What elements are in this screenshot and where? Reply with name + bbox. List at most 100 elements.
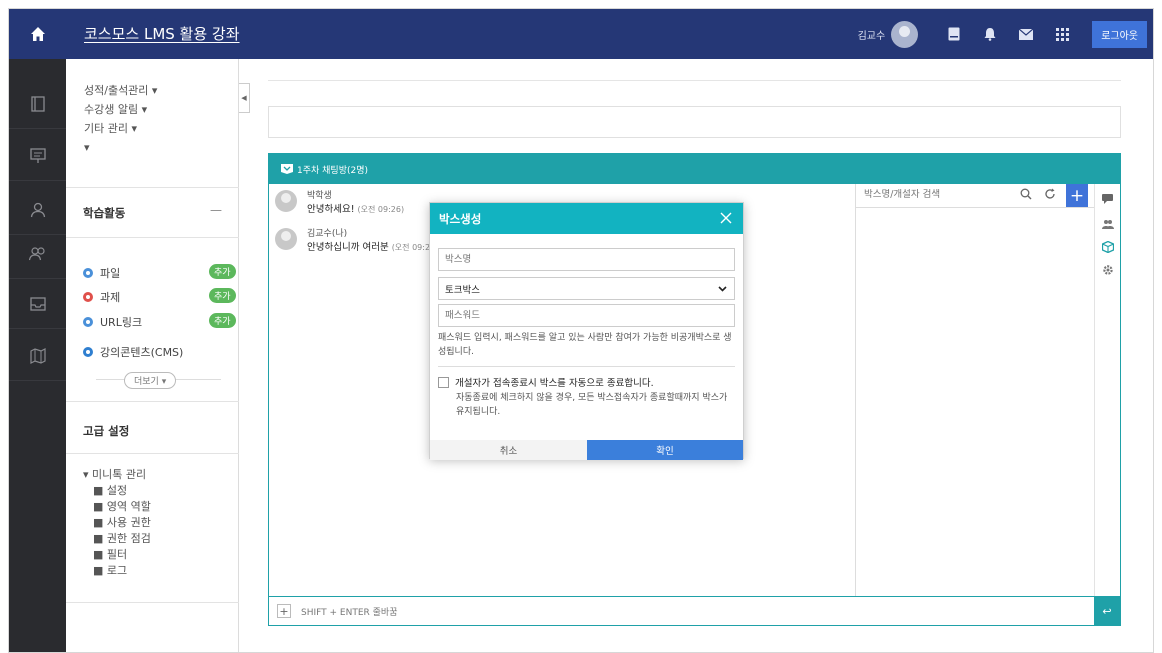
message-text: 안녕하세요! [307, 204, 355, 215]
box-search-bar: + [856, 184, 1094, 208]
grade-attendance-link[interactable]: 성적/출석관리 ▾ [84, 81, 157, 100]
chat-input-bar: + SHIFT + ENTER 줄바꿈 ↩ [269, 596, 1120, 626]
rail-user[interactable] [9, 185, 66, 235]
chat-message: 박학생 안녕하세요! (오전 09:26) [275, 190, 404, 216]
send-button[interactable]: ↩ [1094, 597, 1120, 626]
chat-input[interactable]: SHIFT + ENTER 줄바꿈 [301, 605, 397, 618]
auto-close-option[interactable]: 개설자가 접속종료시 박스를 자동으로 종료합니다. [438, 375, 654, 389]
add-file-button[interactable]: 추가 [209, 264, 236, 279]
auto-close-description: 자동종료에 체크하지 않을 경우, 모든 박스접속자가 종료할때까지 박스가 유… [456, 393, 728, 417]
tree-item-roles[interactable]: ■ 영역 역할 [83, 499, 151, 515]
gear-icon[interactable] [1102, 264, 1114, 279]
search-icon[interactable] [1020, 188, 1032, 203]
mail-icon[interactable] [1008, 28, 1044, 40]
box-name-input[interactable] [438, 248, 735, 271]
rail-users[interactable] [9, 229, 66, 279]
minitalk-tree: ▾ 미니톡 관리 ■ 설정 ■ 영역 역할 ■ 사용 권한 ■ 권한 점검 ■ … [83, 467, 151, 579]
chat-room-icon [281, 164, 293, 174]
activity-label: 강의콘텐츠(CMS) [100, 346, 184, 359]
message-sender[interactable]: 박학생 [307, 190, 404, 202]
header-right-tools: 김교수 로그아웃 [858, 9, 1153, 59]
course-sidebar: 성적/출석관리 ▾ 수강생 알림 ▾ 기타 관리 ▾ ▾ 학습활동 — 파일 추… [66, 59, 239, 652]
tree-item-permissions[interactable]: ■ 사용 권한 [83, 515, 151, 531]
divider [66, 401, 239, 402]
create-box-modal: 박스생성 토크박스 패스워드 입력시, 패스워드를 알고 있는 사람만 참여가 … [429, 202, 744, 460]
confirm-button[interactable]: 확인 [587, 440, 743, 460]
student-notice-link[interactable]: 수강생 알림 ▾ [84, 100, 157, 119]
activity-file[interactable]: 파일 [83, 265, 120, 281]
home-icon [30, 27, 45, 41]
activity-section-title: 학습활동 [83, 206, 126, 220]
logout-button[interactable]: 로그아웃 [1092, 20, 1147, 48]
tree-root-minitalk[interactable]: ▾ 미니톡 관리 [83, 467, 151, 483]
refresh-icon[interactable] [1044, 188, 1056, 203]
attach-plus-button[interactable]: + [277, 604, 291, 618]
top-navbar: 코스모스 LMS 활용 강좌 김교수 로그아웃 [9, 9, 1153, 59]
advanced-settings-title: 고급 설정 [83, 424, 130, 438]
create-box-button[interactable]: + [1066, 184, 1088, 207]
activity-url[interactable]: URL링크 [83, 314, 142, 330]
chevron-down-icon [718, 285, 727, 292]
tree-item-logs[interactable]: ■ 로그 [83, 563, 151, 579]
inbox-icon [29, 296, 46, 311]
rail-presentation[interactable] [9, 131, 66, 181]
chat-bubble-icon[interactable] [1102, 194, 1113, 207]
map-icon [29, 347, 46, 364]
home-button[interactable] [9, 9, 66, 59]
avatar [275, 190, 297, 212]
assignment-icon [83, 292, 93, 302]
user-name[interactable]: 김교수 [858, 27, 886, 42]
activity-label: 파일 [100, 267, 121, 280]
activity-collapse-toggle[interactable]: — [210, 203, 222, 217]
breadcrumb [268, 59, 1121, 81]
activity-cms[interactable]: 강의콘텐츠(CMS) [83, 344, 183, 360]
box-type-select[interactable]: 토크박스 [438, 277, 735, 300]
more-activities-button[interactable]: 더보기 ▾ [124, 372, 177, 389]
divider [66, 237, 239, 238]
avatar [275, 228, 297, 250]
password-input[interactable] [438, 304, 735, 327]
book-icon [30, 95, 45, 112]
message-text: 안녕하십니까 여러분 [307, 242, 389, 253]
users-icon[interactable] [1102, 219, 1114, 232]
course-title-link[interactable]: 코스모스 LMS 활용 강좌 [84, 23, 240, 44]
password-help-text: 패스워드 입력시, 패스워드를 알고 있는 사람만 참여가 가능한 비공개박스로… [438, 333, 732, 357]
tree-item-settings[interactable]: ■ 설정 [83, 483, 151, 499]
activity-label: URL링크 [100, 316, 143, 329]
chat-header: 1주차 채팅방(2명) [269, 154, 1120, 184]
box-user-panel: + [856, 184, 1094, 596]
other-management-link[interactable]: 기타 관리 ▾ [84, 119, 157, 138]
rail-inbox[interactable] [9, 279, 66, 329]
close-button[interactable] [715, 207, 737, 229]
link-icon [83, 317, 93, 327]
activity-assignment[interactable]: 과제 [83, 289, 120, 305]
icon-rail [9, 59, 66, 652]
divider [438, 366, 735, 367]
more-management-link[interactable]: ▾ [84, 138, 157, 157]
add-url-button[interactable]: 추가 [209, 313, 236, 328]
tree-item-filters[interactable]: ■ 필터 [83, 547, 151, 563]
sidebar-collapse-toggle[interactable]: ◀ [239, 83, 250, 113]
box-search-input[interactable] [864, 189, 1004, 200]
apps-grid-icon[interactable] [1044, 27, 1080, 41]
divider [66, 453, 239, 454]
auto-close-checkbox[interactable] [438, 376, 449, 388]
box-cube-icon[interactable] [1101, 240, 1115, 256]
tablet-icon[interactable] [936, 27, 972, 41]
auto-close-label[interactable]: 개설자가 접속종료시 박스를 자동으로 종료합니다. [455, 375, 654, 389]
tree-item-check-permissions[interactable]: ■ 권한 점검 [83, 531, 151, 547]
management-links: 성적/출석관리 ▾ 수강생 알림 ▾ 기타 관리 ▾ ▾ [84, 81, 157, 157]
users-icon [28, 246, 45, 260]
message-sender[interactable]: 김교수(나) [307, 228, 438, 240]
divider [66, 187, 239, 188]
user-avatar[interactable] [891, 20, 919, 48]
bell-icon[interactable] [972, 27, 1008, 41]
rail-map[interactable] [9, 331, 66, 381]
modal-title: 박스생성 [439, 211, 482, 226]
rail-book[interactable] [9, 79, 66, 129]
chat-message: 김교수(나) 안녕하십니까 여러분 (오전 09:26) [275, 228, 438, 254]
chat-room-title: 1주차 채팅방(2명) [297, 165, 369, 176]
add-assignment-button[interactable]: 추가 [209, 288, 236, 303]
cancel-button[interactable]: 취소 [430, 440, 587, 460]
message-time: (오전 09:26) [357, 205, 405, 214]
